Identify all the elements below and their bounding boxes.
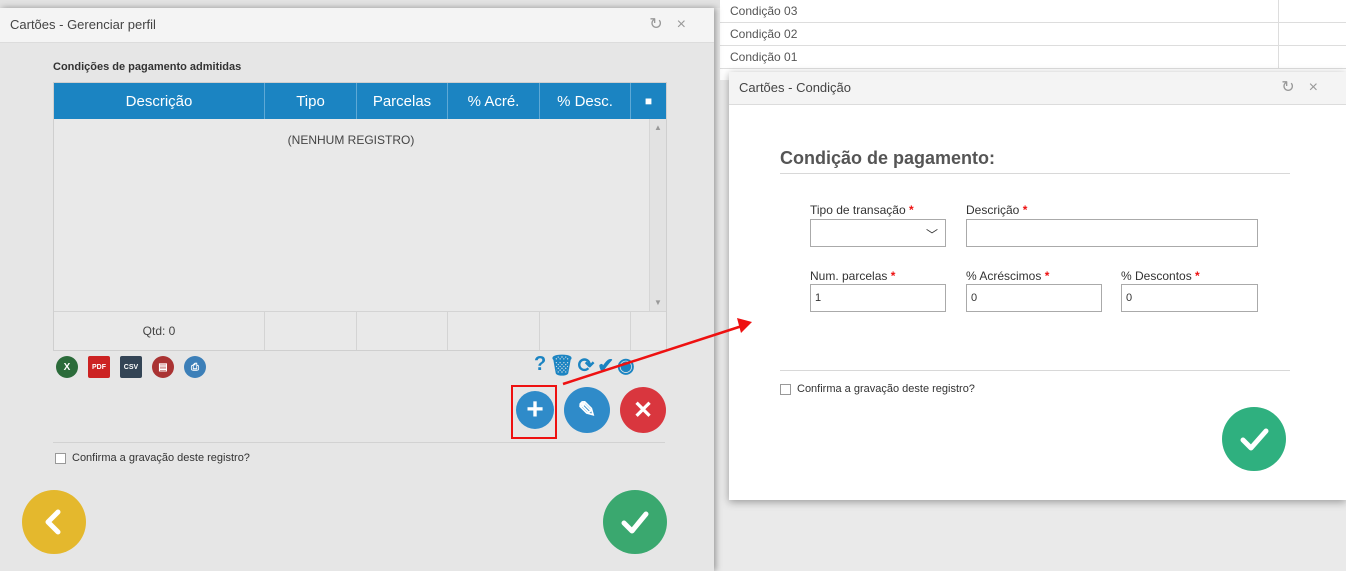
highlight-box	[511, 385, 557, 439]
column-header-parcelas[interactable]: Parcelas	[357, 83, 448, 119]
section-label: Condições de pagamento admitidas	[53, 61, 242, 73]
descricao-input[interactable]	[966, 219, 1258, 247]
list-item-label: Condição 01	[730, 50, 798, 64]
report-icon[interactable]: ▤	[152, 356, 174, 378]
num-parcelas-input[interactable]: 1	[810, 284, 946, 312]
form-title: Condição de pagamento:	[780, 148, 996, 168]
tipo-transacao-label: Tipo de transação *	[810, 203, 914, 217]
dialog-title-bar: Cartões - Gerenciar perfil ↻×	[0, 8, 714, 43]
edit-button[interactable]: ✎	[564, 387, 610, 433]
dialog-title: Cartões - Gerenciar perfil	[10, 17, 156, 32]
empty-message: (NENHUM REGISTRO)	[287, 133, 415, 147]
refresh-icon[interactable]: ↻	[1281, 79, 1308, 96]
select-all-checkbox[interactable]: ■	[631, 83, 666, 119]
list-item-label: Condição 03	[730, 4, 798, 18]
refresh-icon[interactable]: ↻	[649, 16, 676, 33]
checkmark-icon	[1240, 428, 1269, 451]
delete-icon: ✕	[632, 396, 654, 424]
close-icon[interactable]: ×	[677, 16, 700, 33]
grid-body: (NENHUM REGISTRO) ▲ ▼	[54, 119, 666, 312]
record-count: Qtd: 0	[54, 312, 265, 350]
list-item-label: Condição 02	[730, 27, 798, 41]
descricao-label: Descrição *	[966, 203, 1028, 217]
confirm-save: Confirma a gravação deste registro?	[55, 452, 250, 464]
num-parcelas-label: Num. parcelas *	[810, 269, 896, 283]
confirm-label: Confirma a gravação deste registro?	[72, 452, 250, 464]
payment-condition-dialog: Cartões - Condição ↻× Condição de pagame…	[729, 72, 1346, 500]
close-icon[interactable]: ×	[1309, 79, 1332, 96]
csv-icon[interactable]: CSV	[120, 356, 142, 378]
acrescimos-input[interactable]: 0	[966, 284, 1102, 312]
background-list: Condição 03 Condição 02 Condição 01	[720, 0, 1346, 80]
confirm-button[interactable]	[603, 490, 667, 554]
confirm-save: Confirma a gravação deste registro?	[780, 383, 975, 395]
check-icon[interactable]: ✔	[597, 353, 614, 378]
confirm-label: Confirma a gravação deste registro?	[797, 383, 975, 395]
column-header-desconto[interactable]: % Desc.	[540, 83, 631, 119]
scroll-up-icon[interactable]: ▲	[654, 123, 662, 132]
divider	[780, 173, 1290, 174]
vertical-scrollbar[interactable]: ▲ ▼	[649, 119, 666, 311]
export-toolbar: X PDF CSV ▤ ⎙	[56, 356, 206, 378]
confirm-checkbox[interactable]	[55, 452, 66, 464]
delete-button[interactable]: ✕	[620, 387, 666, 433]
grid-tools: ? 🗑 ⟳ ✔ ◉	[534, 353, 635, 378]
back-button[interactable]	[22, 490, 86, 554]
list-item[interactable]: Condição 01	[720, 46, 1346, 69]
eye-icon[interactable]: ◉	[617, 353, 634, 378]
trash-icon[interactable]: 🗑	[549, 353, 574, 378]
column-header-descricao[interactable]: Descrição	[54, 83, 265, 119]
excel-icon[interactable]: X	[56, 356, 78, 378]
dialog-title-bar: Cartões - Condição ↻×	[729, 72, 1346, 105]
tipo-transacao-select[interactable]: ﹀	[810, 219, 946, 247]
column-header-tipo[interactable]: Tipo	[265, 83, 357, 119]
confirm-checkbox[interactable]	[780, 383, 791, 395]
grid-header: Descrição Tipo Parcelas % Acré. % Desc. …	[54, 83, 666, 119]
payment-conditions-grid: Descrição Tipo Parcelas % Acré. % Desc. …	[53, 82, 667, 351]
scroll-down-icon[interactable]: ▼	[654, 298, 662, 307]
help-icon[interactable]: ?	[534, 353, 546, 378]
grid-footer: Qtd: 0	[54, 312, 666, 350]
descontos-label: % Descontos *	[1121, 269, 1200, 283]
chevron-left-icon	[45, 509, 61, 535]
checkmark-icon	[621, 511, 649, 534]
background-strip	[0, 0, 720, 8]
column-header-acrescimo[interactable]: % Acré.	[448, 83, 540, 119]
refresh-icon[interactable]: ⟳	[578, 353, 595, 378]
descontos-input[interactable]: 0	[1121, 284, 1258, 312]
print-icon[interactable]: ⎙	[184, 356, 206, 378]
edit-icon: ✎	[577, 397, 597, 422]
list-item[interactable]: Condição 03	[720, 0, 1346, 23]
list-item[interactable]: Condição 02	[720, 23, 1346, 46]
save-button[interactable]	[1222, 407, 1286, 471]
divider	[53, 442, 665, 443]
pdf-icon[interactable]: PDF	[88, 356, 110, 378]
divider	[780, 370, 1290, 371]
dialog-title: Cartões - Condição	[739, 80, 851, 95]
acrescimos-label: % Acréscimos *	[966, 269, 1050, 283]
chevron-down-icon: ﹀	[925, 228, 938, 242]
